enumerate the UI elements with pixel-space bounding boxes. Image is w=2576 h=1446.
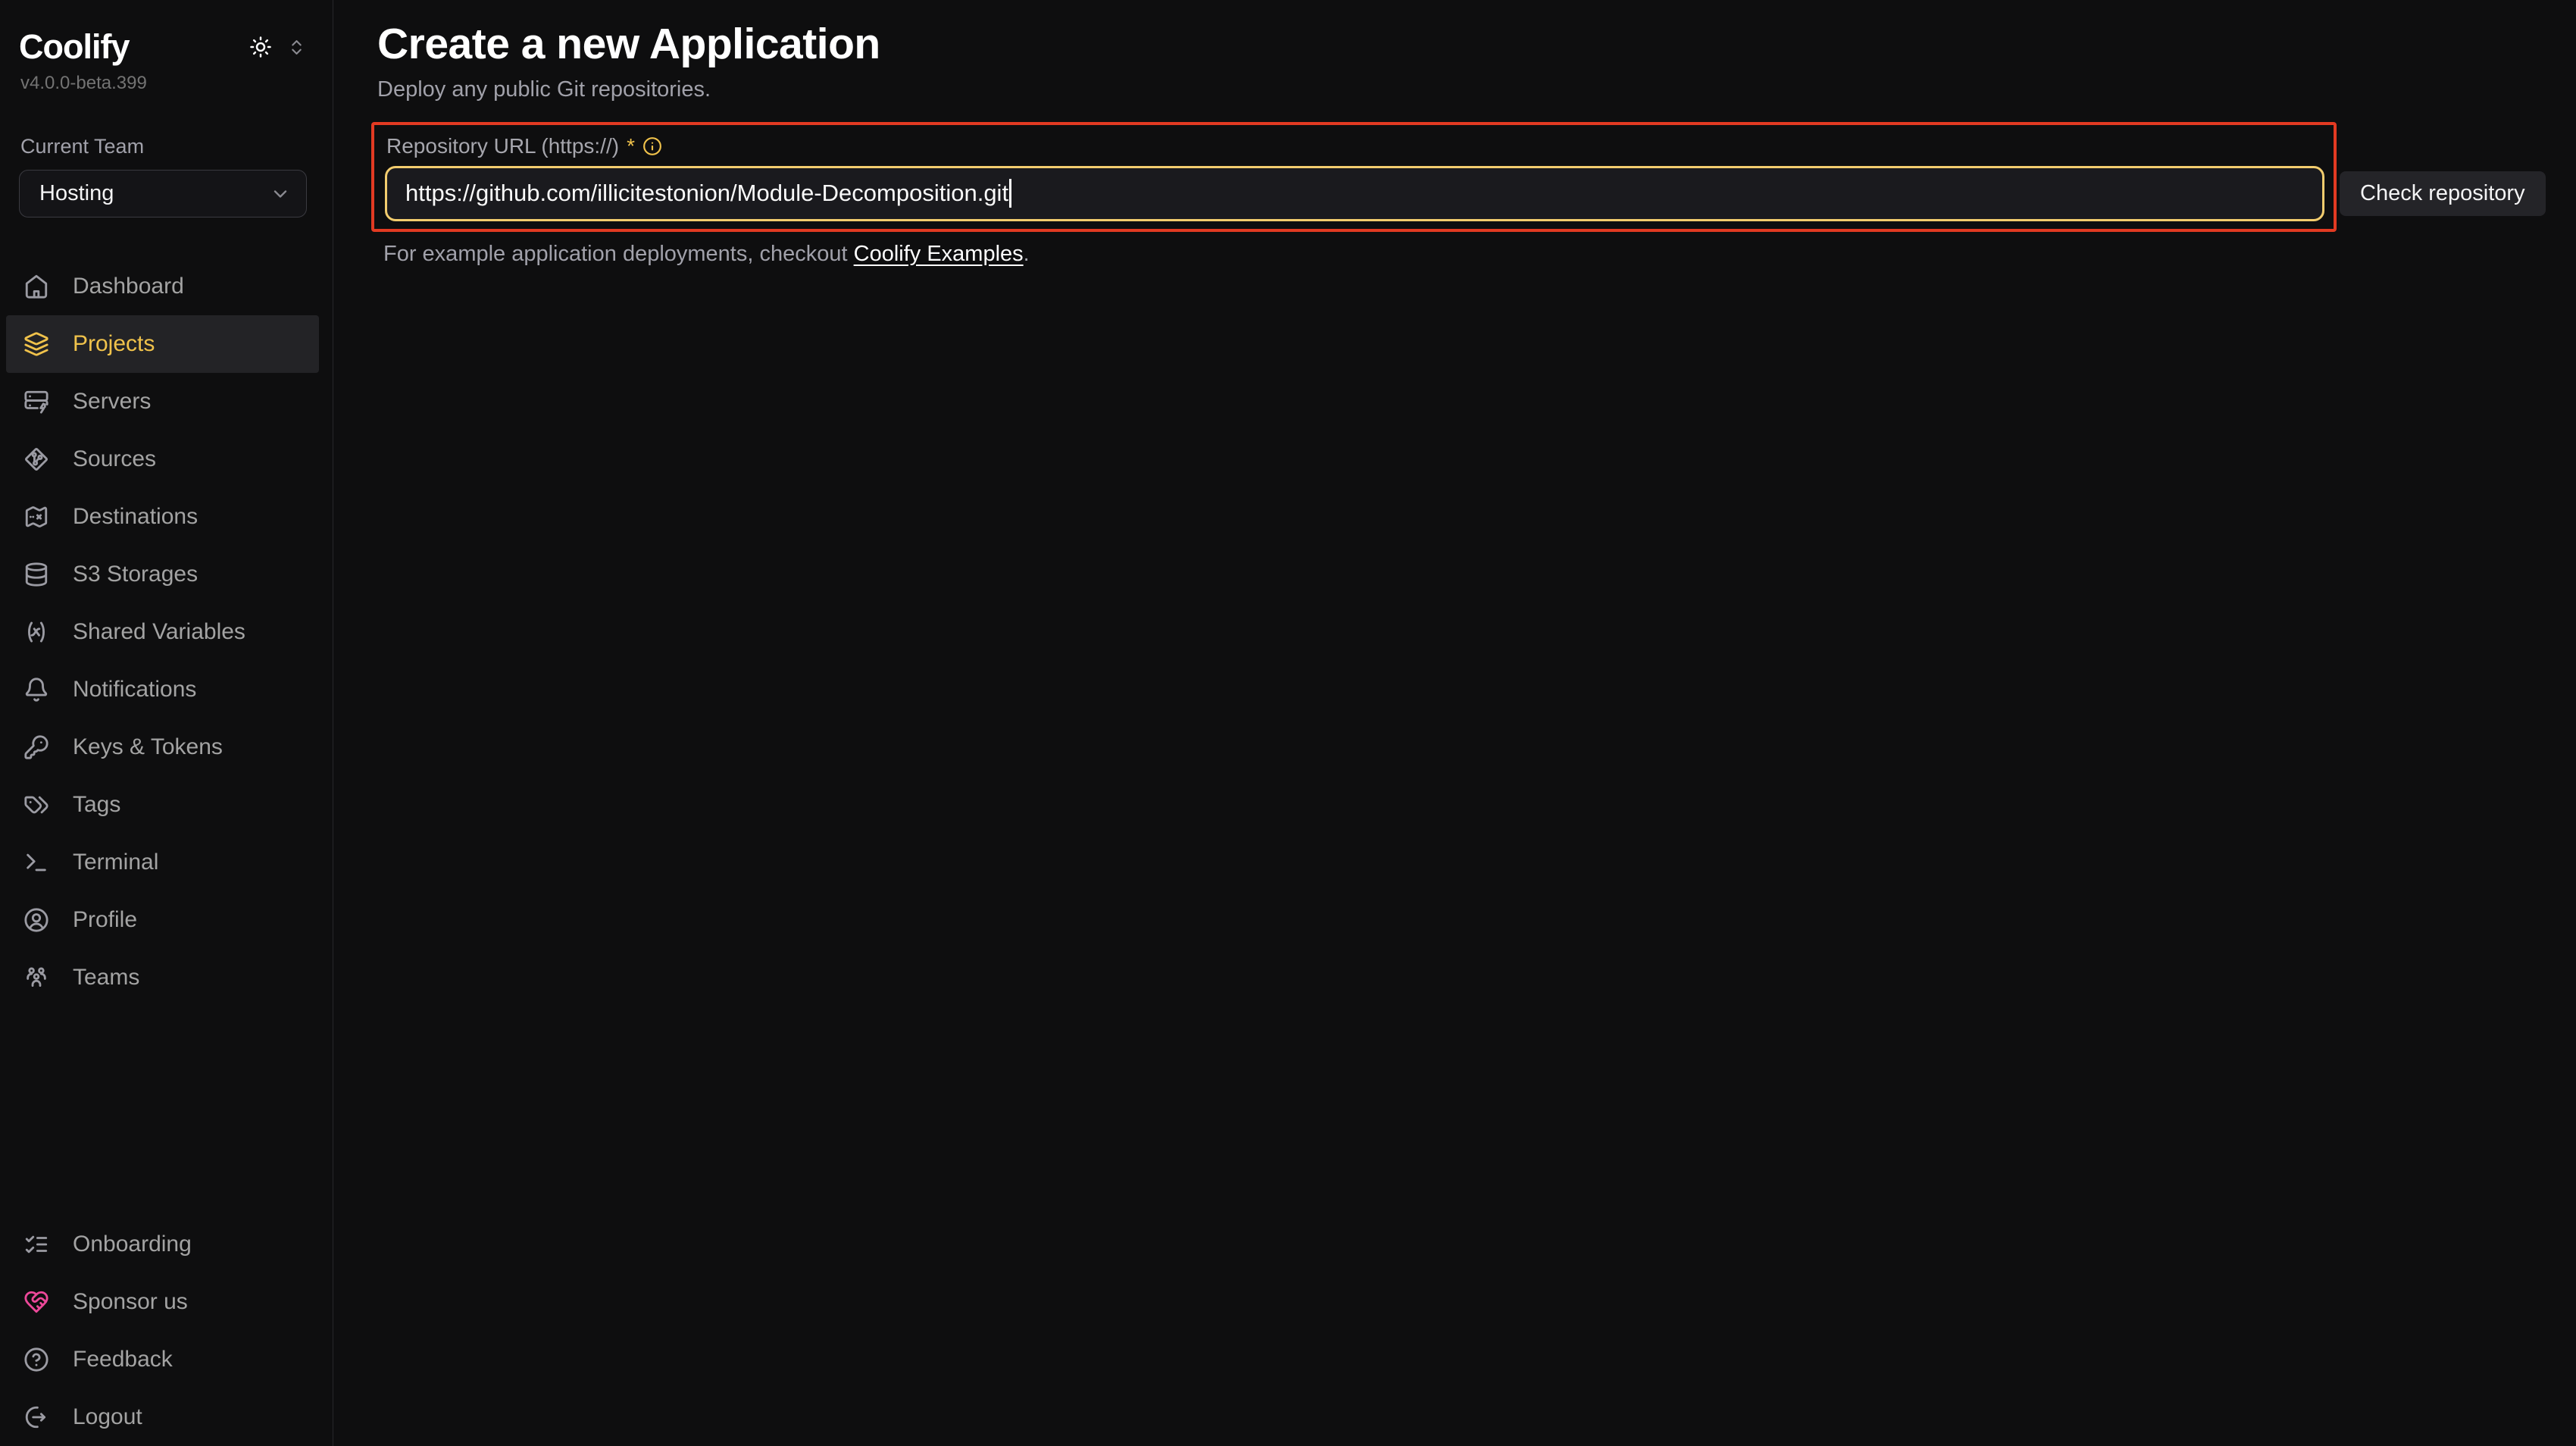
- repository-form: Repository URL (https://) * https://gith…: [371, 122, 2576, 232]
- sidebar-item-label: Projects: [73, 331, 155, 357]
- sidebar-item-s3-storages[interactable]: S3 Storages: [6, 546, 319, 603]
- sidebar-item-label: Sources: [73, 446, 156, 472]
- coolify-app: { "app": { "name": "Coolify", "version":…: [0, 0, 2576, 1446]
- variable-icon: [23, 619, 50, 645]
- sidebar-item-tags[interactable]: Tags: [6, 776, 319, 834]
- sidebar-item-onboarding[interactable]: Onboarding: [6, 1216, 319, 1273]
- sidebar-item-terminal[interactable]: Terminal: [6, 834, 319, 891]
- sidebar-item-logout[interactable]: Logout: [6, 1388, 319, 1446]
- main-content: Create a new Application Deploy any publ…: [334, 0, 2576, 1446]
- sidebar-item-keys-tokens[interactable]: Keys & Tokens: [6, 718, 319, 776]
- required-marker: *: [627, 134, 635, 158]
- sidebar-item-destinations[interactable]: Destinations: [6, 488, 319, 546]
- sidebar-item-sources[interactable]: Sources: [6, 430, 319, 488]
- repository-url-value: https://github.com/illicitestonion/Modul…: [405, 180, 1008, 207]
- sidebar-item-label: Sponsor us: [73, 1289, 188, 1315]
- team-select-value: Hosting: [39, 181, 114, 206]
- check-repository-button[interactable]: Check repository: [2340, 171, 2546, 216]
- team-select[interactable]: Hosting: [19, 170, 307, 218]
- sidebar-item-feedback[interactable]: Feedback: [6, 1331, 319, 1388]
- sidebar-item-label: Destinations: [73, 504, 198, 530]
- sidebar-item-label: Profile: [73, 907, 137, 933]
- repository-url-label: Repository URL (https://): [386, 134, 619, 158]
- sidebar-item-dashboard[interactable]: Dashboard: [6, 258, 319, 315]
- info-icon[interactable]: [642, 136, 662, 156]
- page-subtitle: Deploy any public Git repositories.: [377, 77, 2576, 102]
- coolify-examples-link[interactable]: Coolify Examples: [854, 242, 1024, 266]
- sidebar-item-label: Keys & Tokens: [73, 734, 223, 760]
- bell-icon: [23, 677, 50, 703]
- sidebar-item-profile[interactable]: Profile: [6, 891, 319, 949]
- sidebar-item-sponsor-us[interactable]: Sponsor us: [6, 1273, 319, 1331]
- sun-icon[interactable]: [249, 36, 272, 58]
- chevrons-up-down-icon[interactable]: [287, 38, 306, 57]
- sidebar-item-label: Onboarding: [73, 1232, 192, 1257]
- sidebar-nav: Dashboard Projects Servers Sources Destinati…: [0, 258, 333, 1006]
- sidebar-item-label: Terminal: [73, 850, 158, 875]
- map-icon: [23, 504, 50, 530]
- sidebar-header: Coolify: [19, 27, 306, 67]
- heart-handshake-icon: [23, 1289, 50, 1315]
- app-version: v4.0.0-beta.399: [20, 73, 147, 94]
- home-icon: [23, 274, 50, 299]
- sidebar-item-projects[interactable]: Projects: [6, 315, 319, 373]
- helper-text: For example application deployments, che…: [383, 242, 2576, 267]
- sidebar-item-notifications[interactable]: Notifications: [6, 661, 319, 718]
- sidebar-item-teams[interactable]: Teams: [6, 949, 319, 1006]
- help-circle-icon: [23, 1347, 50, 1372]
- sidebar-item-label: S3 Storages: [73, 562, 198, 587]
- database-icon: [23, 562, 50, 587]
- app-logo: Coolify: [19, 27, 130, 67]
- layers-icon: [23, 331, 50, 357]
- current-team-label: Current Team: [20, 135, 144, 158]
- users-icon: [23, 965, 50, 991]
- sidebar-item-label: Servers: [73, 389, 151, 415]
- page-title: Create a new Application: [377, 20, 2576, 70]
- chevron-down-icon: [270, 183, 291, 205]
- sidebar-item-label: Teams: [73, 965, 139, 991]
- sidebar-item-label: Dashboard: [73, 274, 184, 299]
- terminal-icon: [23, 850, 50, 875]
- checklist-icon: [23, 1232, 50, 1257]
- sidebar-item-label: Tags: [73, 792, 120, 818]
- tags-icon: [23, 792, 50, 818]
- highlighted-region: Repository URL (https://) * https://gith…: [371, 122, 2337, 232]
- repository-url-input[interactable]: https://github.com/illicitestonion/Modul…: [385, 166, 2324, 221]
- sidebar: Coolify v4.0.0-beta.399 Current Team Hos…: [0, 0, 333, 1446]
- sidebar-item-label: Notifications: [73, 677, 196, 703]
- sidebar-item-label: Feedback: [73, 1347, 173, 1372]
- sidebar-item-servers[interactable]: Servers: [6, 373, 319, 430]
- sidebar-footer-nav: Onboarding Sponsor us Feedback Logout: [0, 1216, 333, 1446]
- user-circle-icon: [23, 907, 50, 933]
- text-cursor: [1009, 179, 1011, 208]
- sidebar-item-label: Logout: [73, 1404, 142, 1430]
- server-icon: [23, 389, 50, 415]
- sidebar-item-label: Shared Variables: [73, 619, 245, 645]
- key-icon: [23, 734, 50, 760]
- git-source-icon: [23, 446, 50, 472]
- sidebar-item-shared-variables[interactable]: Shared Variables: [6, 603, 319, 661]
- logout-icon: [23, 1404, 50, 1430]
